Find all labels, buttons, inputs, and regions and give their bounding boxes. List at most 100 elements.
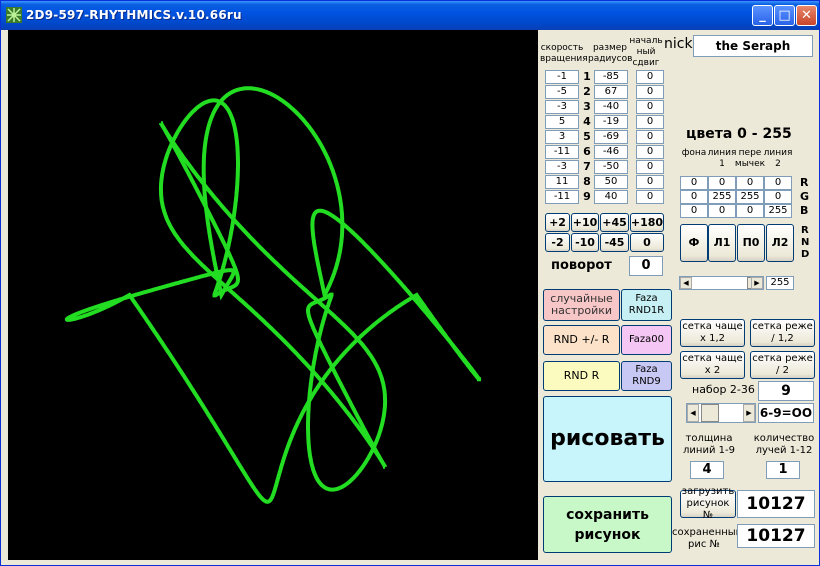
row-index-1: 1 bbox=[583, 70, 591, 83]
speed-input-6[interactable]: -11 bbox=[545, 145, 579, 159]
color-input-r-1[interactable]: 0 bbox=[708, 176, 736, 190]
grid-more-1-2-button[interactable]: сетка чаще x 1,2 bbox=[680, 319, 745, 347]
rotate-minus-10-button[interactable]: -10 bbox=[571, 233, 599, 252]
speed-input-5[interactable]: 3 bbox=[545, 130, 579, 144]
maximize-button[interactable]: □ bbox=[774, 5, 795, 26]
radius-input-3[interactable]: -40 bbox=[594, 100, 628, 114]
speed-input-9[interactable]: -11 bbox=[545, 190, 579, 204]
rotate-plus-45-button[interactable]: +45 bbox=[600, 213, 629, 232]
radius-input-7[interactable]: -50 bbox=[594, 160, 628, 174]
draw-button[interactable]: рисовать bbox=[543, 396, 672, 482]
set-slider-right-arrow-icon[interactable]: ▶ bbox=[743, 404, 755, 422]
rhythmic-curve-2 bbox=[64, 86, 482, 504]
thickness-label: толщина линий 1-9 bbox=[683, 433, 735, 456]
color-input-r-0[interactable]: 0 bbox=[680, 176, 708, 190]
slider-left-arrow-icon[interactable]: ◀ bbox=[680, 277, 692, 289]
save-drawing-button[interactable]: сохранить рисунок bbox=[543, 496, 672, 553]
radius-input-9[interactable]: 40 bbox=[594, 190, 628, 204]
faza00-button[interactable]: Faza00 bbox=[621, 325, 672, 355]
speed-input-3[interactable]: -3 bbox=[545, 100, 579, 114]
shift-input-6[interactable]: 0 bbox=[636, 145, 664, 159]
set-input[interactable]: 9 bbox=[758, 381, 814, 401]
color-input-r-2[interactable]: 0 bbox=[736, 176, 764, 190]
speed-input-2[interactable]: -5 bbox=[545, 85, 579, 99]
color-input-g-2[interactable]: 255 bbox=[736, 190, 764, 204]
rotate-plus-2-button[interactable]: +2 bbox=[545, 213, 570, 232]
speed-input-7[interactable]: -3 bbox=[545, 160, 579, 174]
close-button[interactable]: ✕ bbox=[796, 5, 817, 26]
header-shift: началь ный сдвиг bbox=[629, 36, 663, 68]
rotate-minus-2-button[interactable]: -2 bbox=[545, 233, 570, 252]
row-index-9: 9 bbox=[583, 190, 591, 203]
color-input-b-1[interactable]: 0 bbox=[708, 204, 736, 218]
faza-rnd9-button[interactable]: Faza RND9 bbox=[621, 361, 672, 391]
shift-input-2[interactable]: 0 bbox=[636, 85, 664, 99]
rotate-zero-button[interactable]: 0 bbox=[630, 233, 664, 252]
color-apply-button-3[interactable]: Л2 bbox=[766, 224, 794, 262]
faza-rnd1r-button[interactable]: Faza RND1R bbox=[621, 289, 672, 321]
rnd-letter-1: N bbox=[801, 237, 810, 248]
row-index-6: 6 bbox=[583, 145, 591, 158]
set-label: набор 2-36 bbox=[692, 383, 755, 396]
slider-right-arrow-icon[interactable]: ▶ bbox=[751, 277, 763, 289]
set-formula: 6-9=OO bbox=[758, 403, 814, 423]
radius-input-8[interactable]: 50 bbox=[594, 175, 628, 189]
minimize-button[interactable]: _ bbox=[752, 5, 773, 26]
color-slider[interactable]: ◀ ▶ bbox=[679, 276, 764, 290]
grid-more-2-button[interactable]: сетка чаще x 2 bbox=[680, 351, 745, 379]
shift-input-8[interactable]: 0 bbox=[636, 175, 664, 189]
shift-input-7[interactable]: 0 bbox=[636, 160, 664, 174]
radius-input-5[interactable]: -69 bbox=[594, 130, 628, 144]
color-input-g-3[interactable]: 0 bbox=[764, 190, 792, 204]
color-input-g-1[interactable]: 255 bbox=[708, 190, 736, 204]
load-number-input[interactable]: 10127 bbox=[737, 490, 815, 518]
color-input-b-2[interactable]: 0 bbox=[736, 204, 764, 218]
color-input-b-0[interactable]: 0 bbox=[680, 204, 708, 218]
shift-input-1[interactable]: 0 bbox=[636, 70, 664, 84]
thickness-input[interactable]: 4 bbox=[690, 461, 724, 479]
saved-label: сохраненный рис № bbox=[672, 527, 743, 550]
saved-number: 10127 bbox=[737, 524, 815, 548]
rgb-letter-0: R bbox=[800, 176, 809, 189]
rotate-plus-10-button[interactable]: +10 bbox=[571, 213, 599, 232]
speed-input-4[interactable]: 5 bbox=[545, 115, 579, 129]
load-drawing-button[interactable]: загрузить рисунок № bbox=[680, 486, 736, 521]
app-icon bbox=[6, 7, 22, 23]
radius-input-6[interactable]: -46 bbox=[594, 145, 628, 159]
radius-input-2[interactable]: 67 bbox=[594, 85, 628, 99]
random-settings-button[interactable]: случайные настройки bbox=[543, 289, 620, 321]
row-index-4: 4 bbox=[583, 115, 591, 128]
set-slider-thumb[interactable] bbox=[701, 404, 719, 422]
rotate-plus-180-button[interactable]: +180 bbox=[630, 213, 664, 232]
row-index-3: 3 bbox=[583, 100, 591, 113]
radius-input-1[interactable]: -85 bbox=[594, 70, 628, 84]
color-slider-value[interactable]: 255 bbox=[766, 276, 794, 290]
speed-input-1[interactable]: -1 bbox=[545, 70, 579, 84]
color-input-g-0[interactable]: 0 bbox=[680, 190, 708, 204]
drawing-canvas[interactable] bbox=[8, 30, 538, 560]
nick-input[interactable]: the Seraph bbox=[693, 35, 813, 57]
set-slider-left-arrow-icon[interactable]: ◀ bbox=[687, 404, 699, 422]
grid-less-1-2-button[interactable]: сетка реже / 1,2 bbox=[750, 319, 815, 347]
color-apply-button-1[interactable]: Л1 bbox=[708, 224, 736, 262]
rnd-r-button[interactable]: RND R bbox=[543, 361, 620, 391]
set-slider[interactable]: ◀ ▶ bbox=[686, 403, 756, 423]
grid-less-2-button[interactable]: сетка реже / 2 bbox=[750, 351, 815, 379]
shift-input-9[interactable]: 0 bbox=[636, 190, 664, 204]
rotation-label: поворот bbox=[551, 258, 612, 273]
color-input-r-3[interactable]: 0 bbox=[764, 176, 792, 190]
color-apply-button-2[interactable]: П0 bbox=[737, 224, 765, 262]
radius-input-4[interactable]: -19 bbox=[594, 115, 628, 129]
color-input-b-3[interactable]: 255 bbox=[764, 204, 792, 218]
rotate-minus-45-button[interactable]: -45 bbox=[600, 233, 629, 252]
color-apply-button-0[interactable]: Ф bbox=[680, 224, 708, 262]
rays-input[interactable]: 1 bbox=[766, 461, 800, 479]
speed-input-8[interactable]: 11 bbox=[545, 175, 579, 189]
rotation-input[interactable]: 0 bbox=[629, 256, 663, 276]
nick-label: nick bbox=[664, 36, 693, 52]
shift-input-4[interactable]: 0 bbox=[636, 115, 664, 129]
shift-input-5[interactable]: 0 bbox=[636, 130, 664, 144]
shift-input-3[interactable]: 0 bbox=[636, 100, 664, 114]
rnd-plus-minus-r-button[interactable]: RND +/- R bbox=[543, 325, 620, 355]
title-bar[interactable]: 2D9-597-RHYTHMICS.v.10.66ru _ □ ✕ bbox=[1, 1, 819, 30]
